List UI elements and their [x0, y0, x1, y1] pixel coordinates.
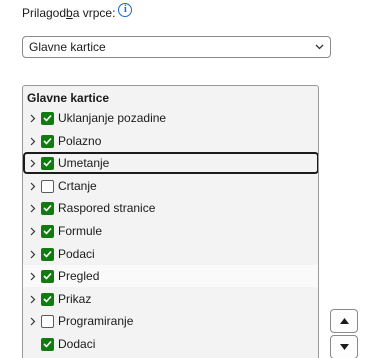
chevron-right-icon[interactable]	[26, 250, 40, 259]
tree-item[interactable]: Uklanjanje pozadine	[23, 107, 318, 129]
tree-item-label: Polazno	[58, 134, 102, 148]
chevron-right-icon[interactable]	[26, 182, 40, 191]
tree-item[interactable]: Podaci	[23, 243, 318, 265]
dropdown-value: Glavne kartice	[29, 40, 106, 54]
customize-ribbon-label: Prilagodba vrpce: i	[22, 3, 133, 23]
tree-item-label: Umetanje	[58, 156, 110, 170]
tree-item-label: Raspored stranice	[58, 201, 156, 215]
tree-item-label: Uklanjanje pozadine	[58, 111, 167, 125]
chevron-right-icon[interactable]	[26, 204, 40, 213]
move-down-button[interactable]	[330, 335, 358, 358]
chevron-right-icon[interactable]	[26, 272, 40, 281]
checkbox-unchecked[interactable]	[41, 314, 54, 328]
tree-item-label: Programiranje	[58, 314, 134, 328]
tree-item[interactable]: Pregled	[23, 265, 318, 287]
tree-header: Glavne kartice	[27, 91, 110, 105]
checkbox-checked[interactable]	[41, 337, 54, 351]
chevron-down-icon	[308, 44, 330, 50]
tree-item[interactable]: Formule	[23, 220, 318, 242]
info-icon[interactable]: i	[118, 3, 133, 17]
chevron-right-icon[interactable]	[26, 227, 40, 236]
triangle-up-icon	[339, 318, 349, 324]
tree-item[interactable]: Raspored stranice	[23, 197, 318, 219]
checkbox-checked[interactable]	[41, 156, 54, 170]
tree-item[interactable]: Crtanje	[23, 175, 318, 197]
label-prefix: Prilagod	[22, 6, 67, 20]
label-accelerator: b	[66, 6, 73, 20]
checkbox-checked[interactable]	[41, 292, 54, 306]
tree-item[interactable]: Programiranje	[23, 310, 318, 332]
checkbox-checked[interactable]	[41, 224, 54, 238]
tree-item-label: Prikaz	[58, 292, 92, 306]
tree-item-label: Podaci	[58, 247, 95, 261]
ribbon-tabs-tree[interactable]: Glavne kartice Uklanjanje pozadine Polazn…	[22, 85, 319, 358]
tree-item-label: Pregled	[58, 269, 100, 283]
tree-item[interactable]: Dodaci	[23, 333, 318, 355]
label-suffix: a vrpce:	[72, 6, 116, 20]
checkbox-checked[interactable]	[41, 111, 54, 125]
checkbox-checked[interactable]	[41, 269, 54, 283]
checkbox-checked[interactable]	[41, 247, 54, 261]
checkbox-checked[interactable]	[41, 201, 54, 215]
tree-item-label: Formule	[58, 224, 103, 238]
chevron-right-icon[interactable]	[26, 159, 40, 168]
triangle-down-icon	[339, 344, 349, 350]
customize-ribbon-dropdown[interactable]: Glavne kartice	[22, 36, 331, 58]
tree-item[interactable]: Umetanje	[23, 152, 318, 174]
chevron-right-icon[interactable]	[26, 317, 40, 326]
move-up-button[interactable]	[330, 309, 358, 333]
tree-item-label: Dodaci	[58, 337, 96, 351]
checkbox-unchecked[interactable]	[41, 179, 54, 193]
chevron-right-icon[interactable]	[26, 295, 40, 304]
tree-item-label: Crtanje	[58, 179, 97, 193]
tree-item[interactable]: Prikaz	[23, 288, 318, 310]
chevron-right-icon[interactable]	[26, 137, 40, 146]
tree-item[interactable]: Polazno	[23, 130, 318, 152]
checkbox-checked[interactable]	[41, 134, 54, 148]
chevron-right-icon[interactable]	[26, 114, 40, 123]
